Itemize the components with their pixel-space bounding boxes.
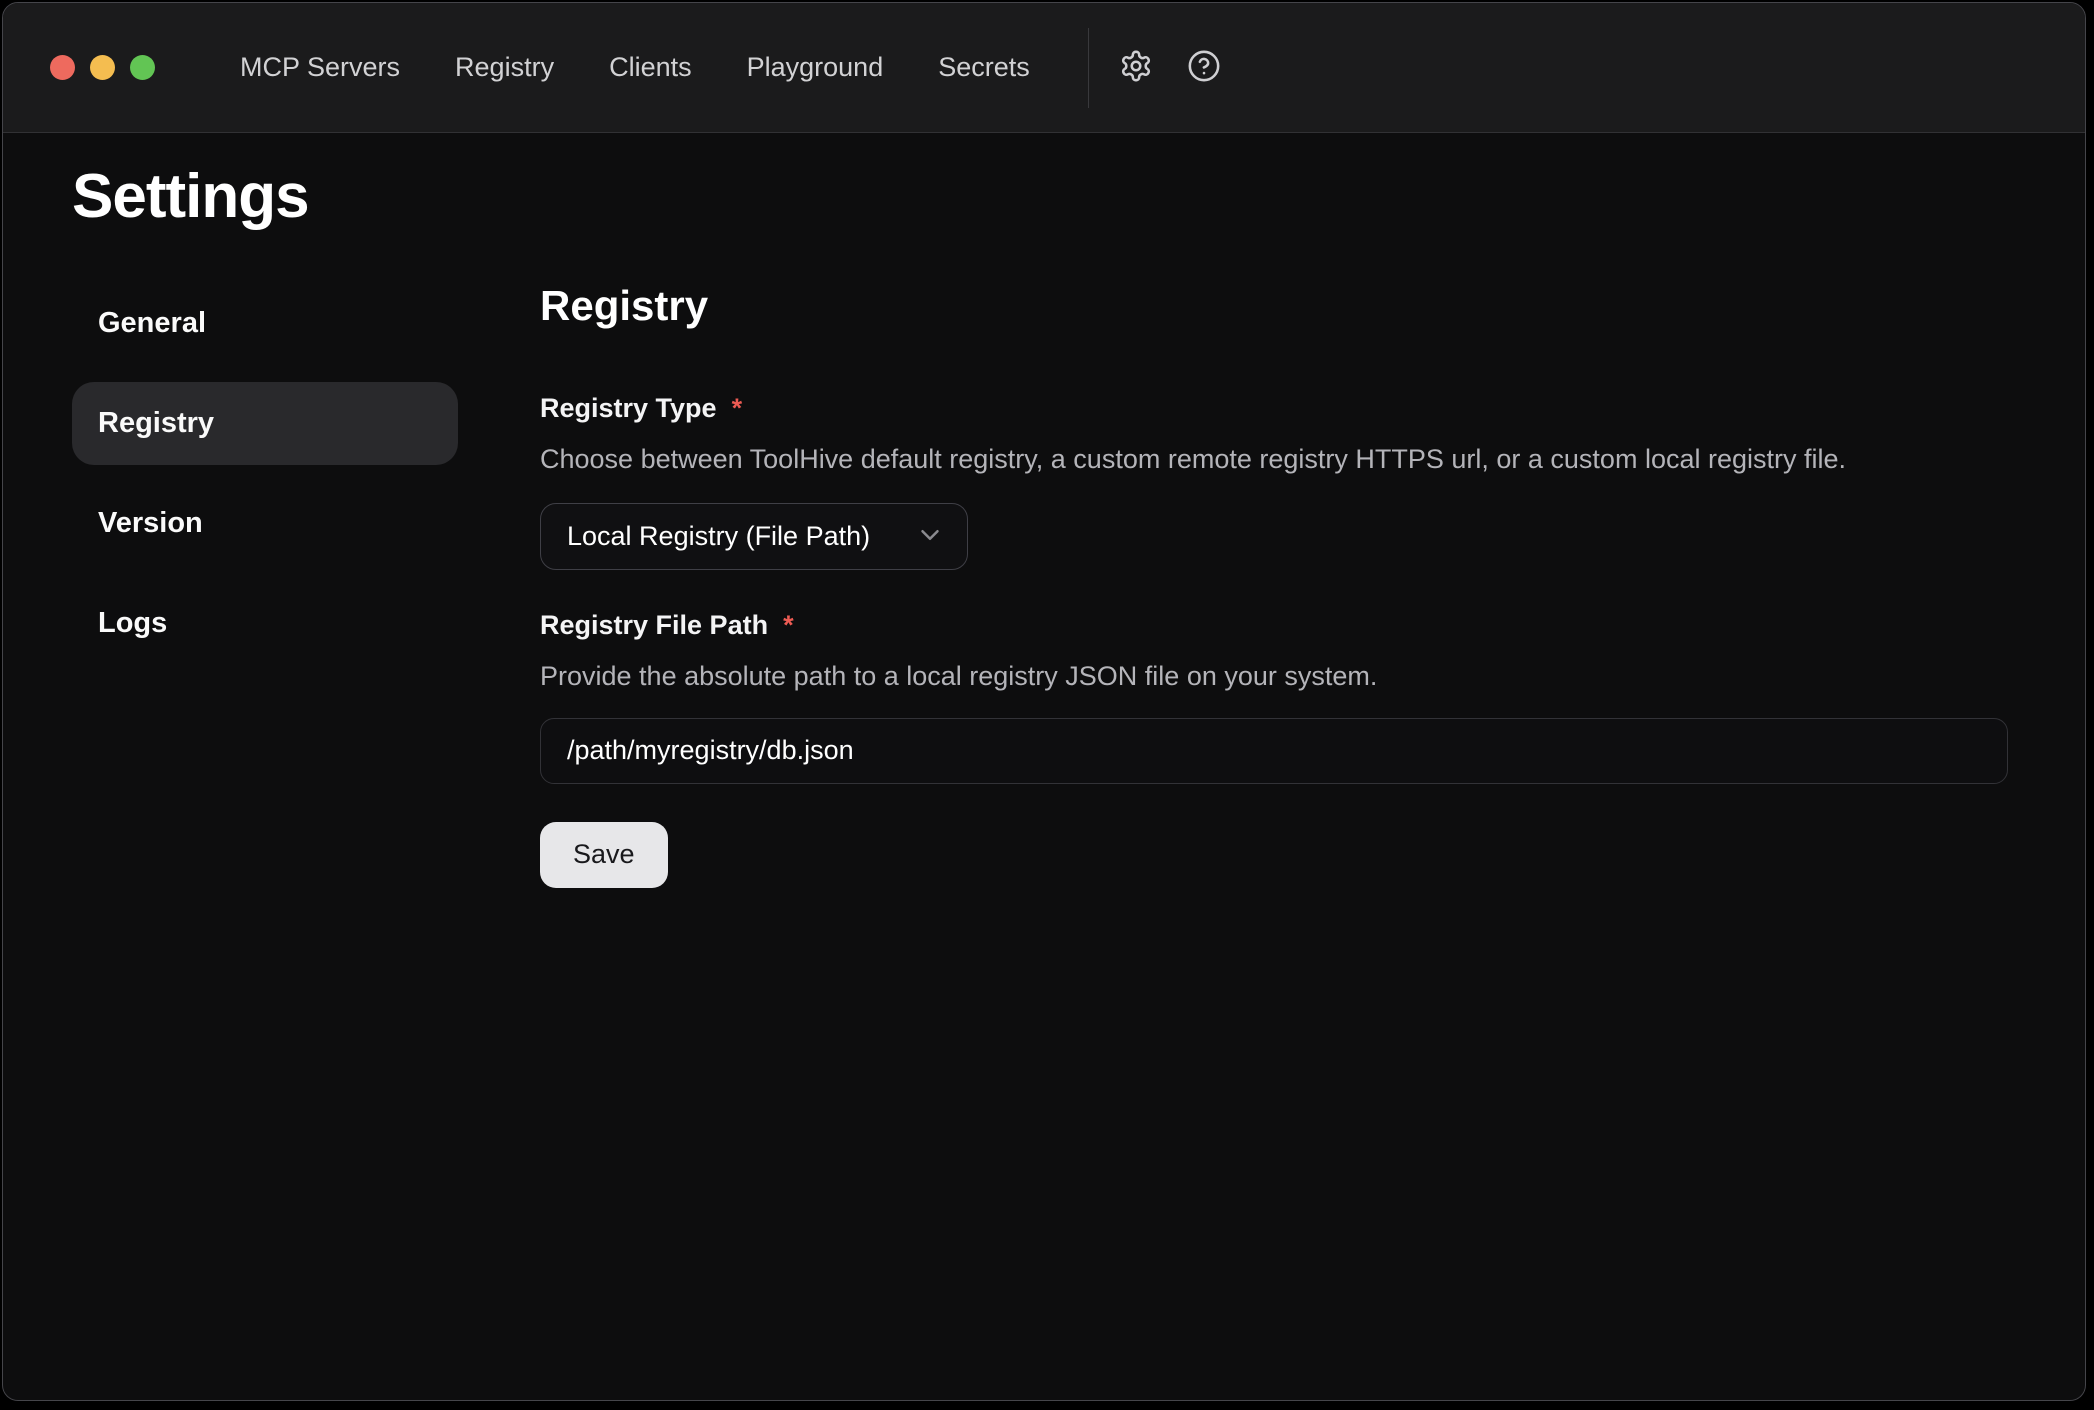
sidebar-item-version[interactable]: Version [72,482,458,565]
nav-item-registry[interactable]: Registry [455,52,554,83]
zoom-button[interactable] [130,55,155,80]
title-bar: MCP Servers Registry Clients Playground … [3,3,2085,133]
settings-sidebar: General Registry Version Logs [72,282,458,887]
minimize-button[interactable] [90,55,115,80]
registry-type-label-row: Registry Type * [540,393,2008,424]
registry-type-description: Choose between ToolHive default registry… [540,444,2008,475]
registry-settings-panel: Registry Registry Type * Choose between … [540,282,2008,887]
settings-layout: General Registry Version Logs Registry R… [3,282,2085,887]
top-nav: MCP Servers Registry Clients Playground … [240,52,1030,83]
sidebar-item-logs[interactable]: Logs [72,582,458,665]
registry-type-select[interactable]: Local Registry (File Path) [540,503,968,570]
close-button[interactable] [50,55,75,80]
registry-file-path-label: Registry File Path [540,610,768,641]
nav-item-mcp-servers[interactable]: MCP Servers [240,52,400,83]
help-button[interactable] [1185,49,1223,87]
app-window: MCP Servers Registry Clients Playground … [2,2,2086,1401]
registry-type-selected-value: Local Registry (File Path) [567,521,870,552]
header-icon-group [1117,49,1223,87]
required-asterisk: * [732,393,743,424]
header-divider [1088,28,1089,108]
required-asterisk: * [783,610,794,641]
window-controls [50,55,155,80]
nav-item-playground[interactable]: Playground [747,52,884,83]
section-title: Registry [540,282,2008,330]
chevron-down-icon [915,520,945,553]
help-icon [1187,49,1221,86]
page-title: Settings [72,161,2085,232]
sidebar-item-registry[interactable]: Registry [72,382,458,465]
sidebar-item-general[interactable]: General [72,282,458,365]
registry-file-path-label-row: Registry File Path * [540,610,2008,641]
gear-icon [1119,49,1153,86]
save-button[interactable]: Save [540,822,668,888]
settings-button[interactable] [1117,49,1155,87]
registry-file-path-input[interactable] [540,718,2008,784]
nav-item-secrets[interactable]: Secrets [938,52,1030,83]
registry-type-label: Registry Type [540,393,717,424]
nav-item-clients[interactable]: Clients [609,52,692,83]
registry-file-path-description: Provide the absolute path to a local reg… [540,661,2008,692]
